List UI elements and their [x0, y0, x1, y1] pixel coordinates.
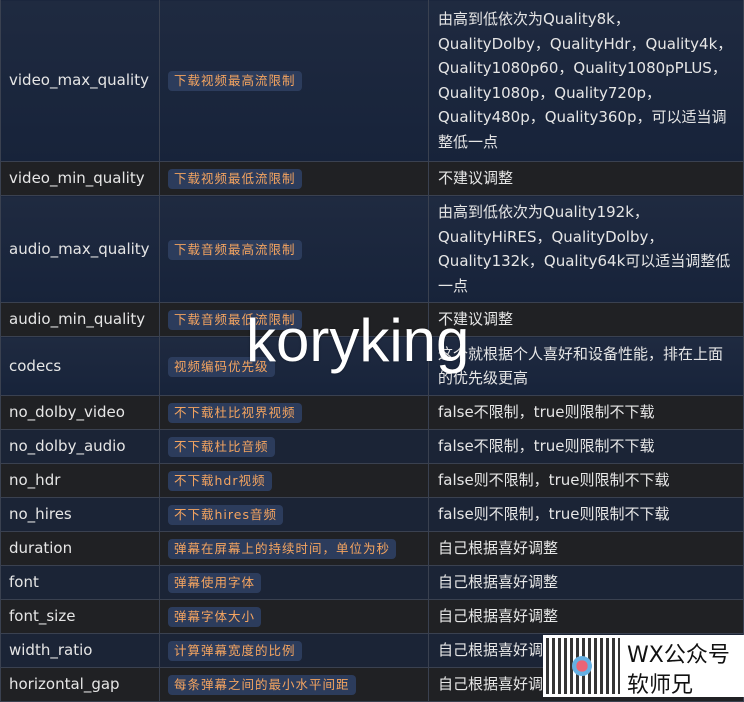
table-row: audio_min_quality 下载音频最低流限制 不建议调整 [0, 302, 744, 337]
option-desc-tag: 下载视频最高流限制 [168, 71, 302, 92]
option-desc-cell: 弹幕使用字体 [159, 565, 429, 600]
option-note: 由高到低依次为Quality8k，QualityDolby，QualityHdr… [428, 0, 744, 162]
option-note: 不建议调整 [428, 161, 744, 196]
table-row: no_hdr 不下载hdr视频 false则不限制，true则限制不下载 [0, 463, 744, 498]
option-note: 由高到低依次为Quality192k，QualityHiRES，QualityD… [428, 195, 744, 303]
option-desc-tag: 不下载杜比音频 [168, 437, 275, 458]
option-key: duration [0, 531, 160, 566]
option-note: 自己根据喜好调整 [428, 565, 744, 600]
option-desc-cell: 视频编码优先级 [159, 336, 429, 396]
option-key: no_dolby_audio [0, 429, 160, 464]
option-desc-cell: 下载音频最高流限制 [159, 195, 429, 303]
option-desc-cell: 下载视频最低流限制 [159, 161, 429, 196]
option-desc-cell: 不下载hires音频 [159, 497, 429, 532]
option-key: no_hdr [0, 463, 160, 498]
wechat-badge: WX公众号 软师兄 [543, 635, 744, 698]
option-note: false则不限制，true则限制不下载 [428, 497, 744, 532]
option-desc-tag: 不下载hires音频 [168, 505, 283, 526]
option-desc-tag: 不下载hdr视频 [168, 471, 272, 492]
option-note: 不建议调整 [428, 302, 744, 337]
table-row: no_dolby_video 不下载杜比视界视频 false不限制，true则限… [0, 395, 744, 430]
table-row: font_size 弹幕字体大小 自己根据喜好调整 [0, 599, 744, 634]
option-note: 这个就根据个人喜好和设备性能，排在上面的优先级更高 [428, 336, 744, 396]
table-row: audio_max_quality 下载音频最高流限制 由高到低依次为Quali… [0, 195, 744, 303]
wechat-badge-name: 软师兄 [627, 673, 694, 698]
option-desc-cell: 每条弹幕之间的最小水平间距 [159, 667, 429, 702]
qr-logo-icon [572, 656, 592, 676]
option-key: no_dolby_video [0, 395, 160, 430]
table-row: no_hires 不下载hires音频 false则不限制，true则限制不下载 [0, 497, 744, 532]
option-desc-cell: 下载音频最低流限制 [159, 302, 429, 337]
option-note: false则不限制，true则限制不下载 [428, 463, 744, 498]
option-desc-tag: 每条弹幕之间的最小水平间距 [168, 675, 356, 696]
option-desc-cell: 不下载hdr视频 [159, 463, 429, 498]
option-desc-tag: 不下载杜比视界视频 [168, 403, 302, 424]
option-desc-cell: 不下载杜比音频 [159, 429, 429, 464]
wechat-badge-title: WX公众号 [627, 643, 730, 668]
option-key: horizontal_gap [0, 667, 160, 702]
option-desc-tag: 下载视频最低流限制 [168, 169, 302, 190]
option-note: false不限制，true则限制不下载 [428, 395, 744, 430]
option-desc-cell: 下载视频最高流限制 [159, 0, 429, 162]
option-key: codecs [0, 336, 160, 396]
option-key: no_hires [0, 497, 160, 532]
option-desc-tag: 下载音频最高流限制 [168, 239, 302, 260]
table-row: video_min_quality 下载视频最低流限制 不建议调整 [0, 161, 744, 196]
option-desc-tag: 下载音频最低流限制 [168, 310, 302, 331]
table-row: font 弹幕使用字体 自己根据喜好调整 [0, 565, 744, 600]
table-row: duration 弹幕在屏幕上的持续时间，单位为秒 自己根据喜好调整 [0, 531, 744, 566]
table-row: video_max_quality 下载视频最高流限制 由高到低依次为Quali… [0, 0, 744, 162]
table-row: no_dolby_audio 不下载杜比音频 false不限制，true则限制不… [0, 429, 744, 464]
option-desc-cell: 弹幕在屏幕上的持续时间，单位为秒 [159, 531, 429, 566]
option-note: false不限制，true则限制不下载 [428, 429, 744, 464]
option-key: video_max_quality [0, 0, 160, 162]
option-desc-tag: 弹幕使用字体 [168, 573, 262, 594]
qr-code-icon [546, 638, 620, 694]
option-key: width_ratio [0, 633, 160, 668]
option-note: 自己根据喜好调整 [428, 531, 744, 566]
option-desc-tag: 弹幕字体大小 [168, 607, 262, 628]
option-key: audio_min_quality [0, 302, 160, 337]
option-key: video_min_quality [0, 161, 160, 196]
option-note: 自己根据喜好调整 [428, 599, 744, 634]
config-table: video_max_quality 下载视频最高流限制 由高到低依次为Quali… [0, 0, 744, 702]
option-desc-tag: 视频编码优先级 [168, 356, 275, 377]
option-key: audio_max_quality [0, 195, 160, 303]
option-key: font_size [0, 599, 160, 634]
option-desc-tag: 计算弹幕宽度的比例 [168, 641, 302, 662]
option-desc-cell: 弹幕字体大小 [159, 599, 429, 634]
option-desc-cell: 计算弹幕宽度的比例 [159, 633, 429, 668]
option-desc-cell: 不下载杜比视界视频 [159, 395, 429, 430]
option-key: font [0, 565, 160, 600]
option-desc-tag: 弹幕在屏幕上的持续时间，单位为秒 [168, 539, 397, 560]
table-row: codecs 视频编码优先级 这个就根据个人喜好和设备性能，排在上面的优先级更高 [0, 336, 744, 396]
